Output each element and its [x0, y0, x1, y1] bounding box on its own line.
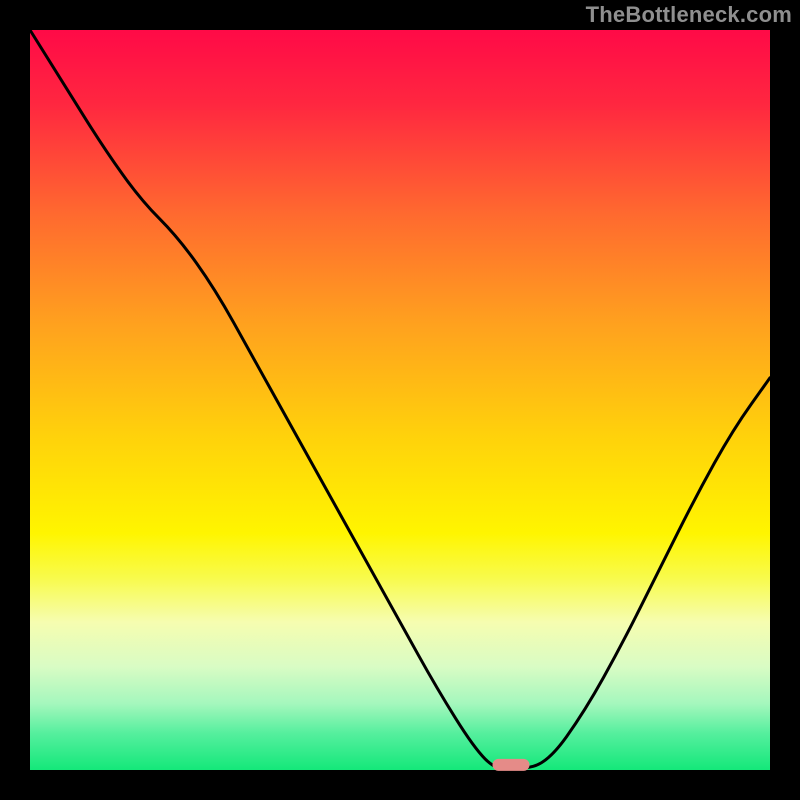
- gradient-background: [30, 30, 770, 770]
- watermark-text: TheBottleneck.com: [586, 2, 792, 28]
- optimal-marker: [493, 759, 530, 771]
- chart-svg: [0, 0, 800, 800]
- chart-frame: TheBottleneck.com: [0, 0, 800, 800]
